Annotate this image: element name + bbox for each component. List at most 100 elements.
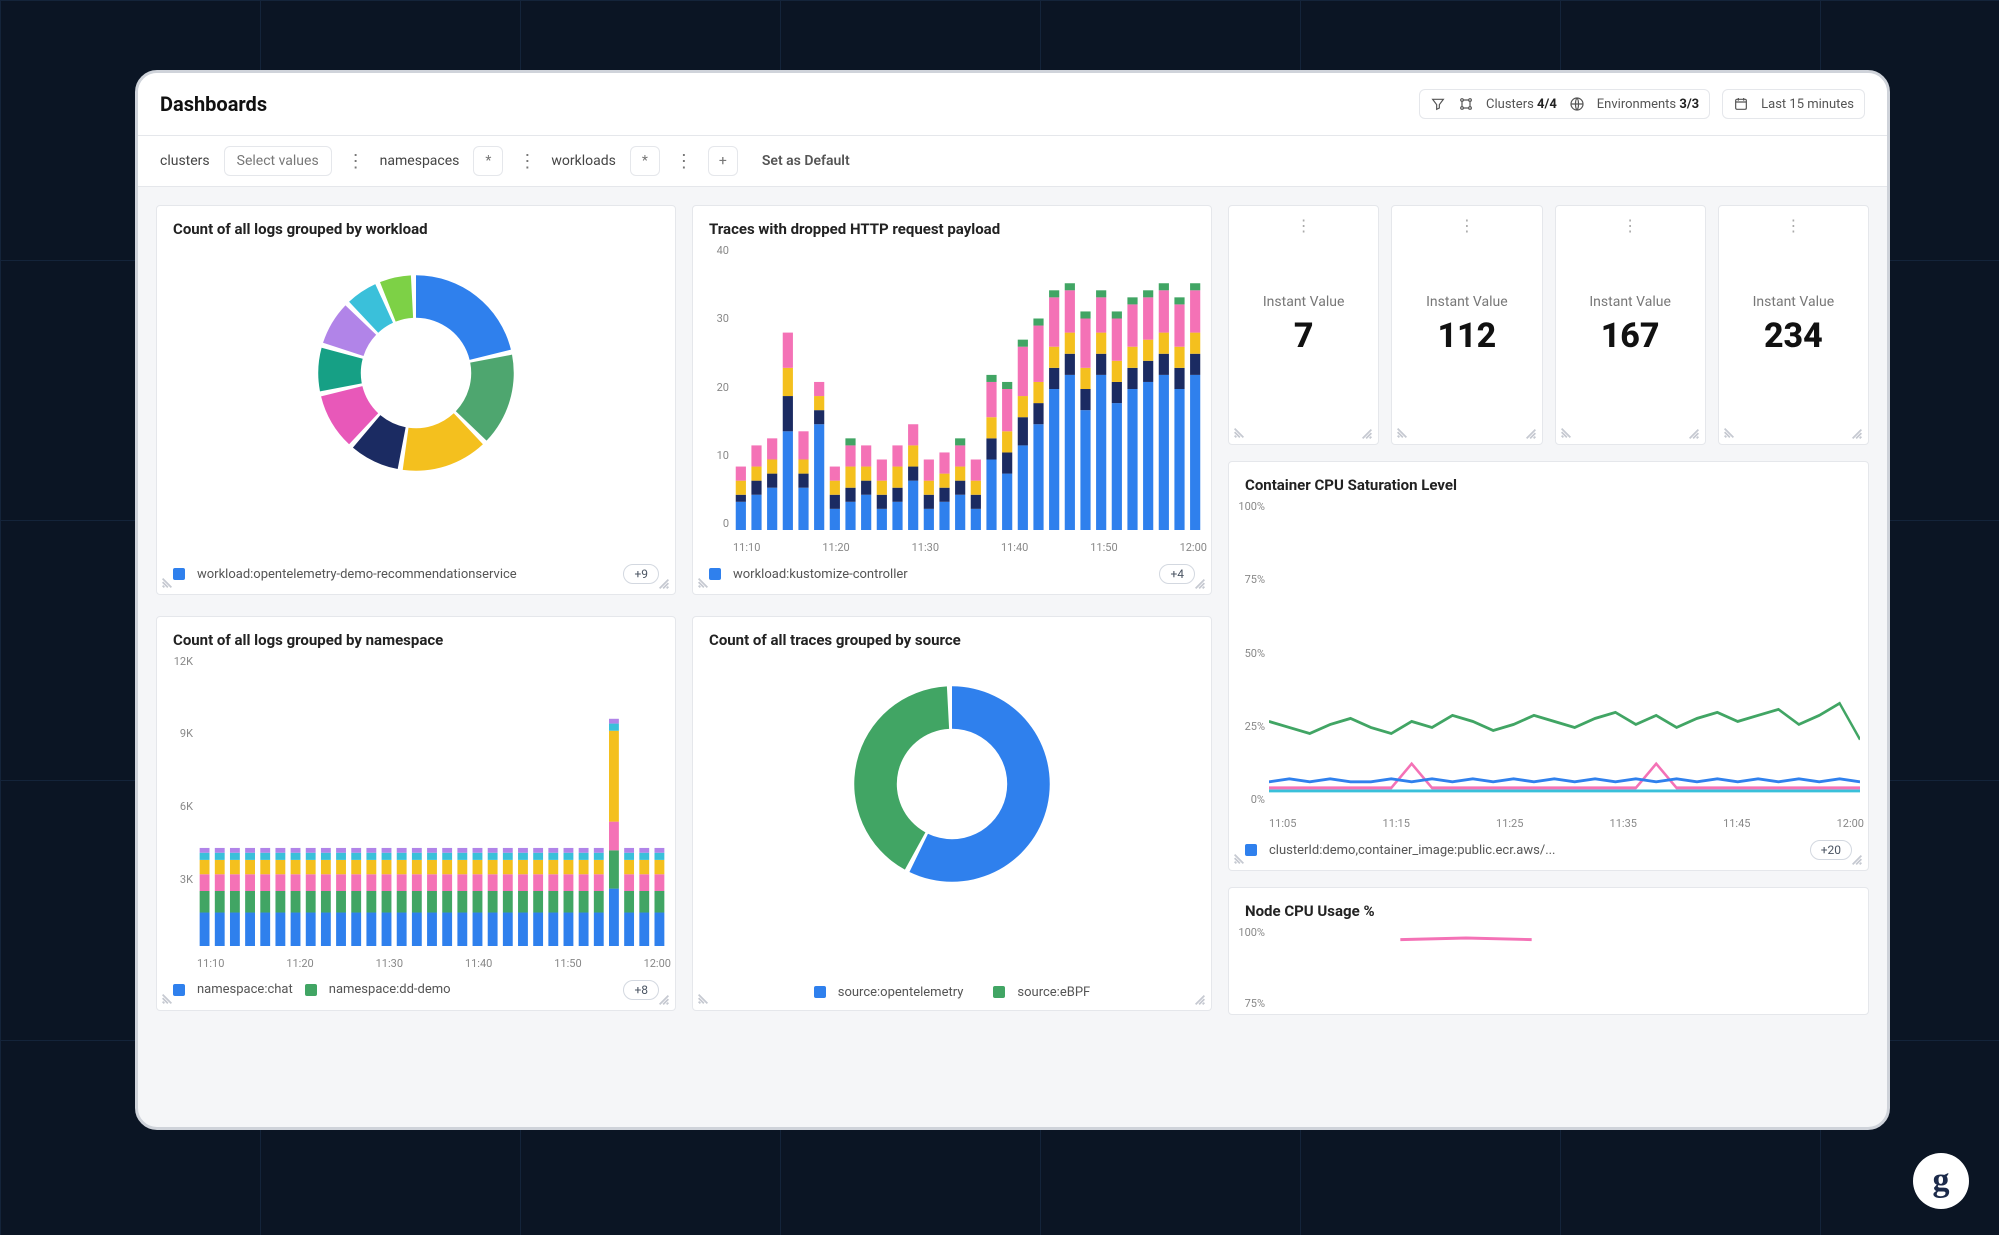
time-range-label: Last 15 minutes (1761, 97, 1854, 112)
panel-body: 100%75%50%25%0% 11:0511:1511:2511:3511:4… (1229, 500, 1868, 834)
resize-handle[interactable] (657, 576, 671, 590)
legend-more-pill[interactable]: +9 (623, 564, 659, 584)
line-chart (1269, 504, 1860, 806)
stacked-bar-chart (733, 248, 1203, 530)
add-filter-button[interactable]: + (708, 146, 738, 176)
tile-menu[interactable]: ⋮ (1622, 216, 1638, 235)
panel-title: Container CPU Saturation Level (1229, 462, 1868, 500)
panel-body (693, 655, 1211, 979)
filter-namespaces-label: namespaces (380, 153, 460, 169)
panel-legend: clusterId:demo,container_image:public.ec… (1229, 834, 1868, 870)
app-window: Dashboards Clusters 4/4 Environments 3/3… (135, 70, 1890, 1130)
resize-handle[interactable] (1850, 426, 1864, 440)
cluster-icon (1458, 96, 1474, 112)
panel-traces-by-source: Count of all traces grouped by source so… (692, 616, 1212, 1011)
panel-cpu-saturation: Container CPU Saturation Level 100%75%50… (1228, 461, 1869, 871)
scope-chip[interactable]: Clusters 4/4 Environments 3/3 (1419, 89, 1710, 119)
line-chart (1269, 930, 1860, 1010)
y-axis: 100%75% (1233, 926, 1265, 1010)
legend-more-pill[interactable]: +4 (1159, 564, 1195, 584)
x-axis: 11:1011:2011:3011:4011:5012:00 (197, 957, 671, 970)
panel-title: Count of all logs grouped by namespace (157, 617, 675, 655)
resize-handle[interactable] (1723, 426, 1737, 440)
resize-handle[interactable] (1524, 426, 1538, 440)
legend-entry: workload:opentelemetry-demo-recommendati… (197, 567, 517, 582)
panel-title: Count of all logs grouped by workload (157, 206, 675, 244)
time-range-picker[interactable]: Last 15 minutes (1722, 89, 1865, 119)
panel-body: 100%75% (1229, 926, 1868, 1014)
panel-legend: workload:kustomize-controller +4 (693, 558, 1211, 594)
panel-legend: workload:opentelemetry-demo-recommendati… (157, 558, 675, 594)
tile-label: Instant Value (1589, 294, 1671, 310)
donut-chart (837, 669, 1067, 899)
stacked-bar-chart (197, 659, 667, 946)
instant-tile: ⋮ Instant Value 112 (1391, 205, 1542, 445)
resize-handle[interactable] (1193, 992, 1207, 1006)
instant-tile: ⋮ Instant Value 234 (1718, 205, 1869, 445)
resize-handle[interactable] (657, 992, 671, 1006)
filter-namespaces-all[interactable]: * (473, 146, 503, 176)
y-axis: 403020100 (697, 244, 729, 530)
tile-value: 167 (1601, 316, 1660, 356)
panel-body: 12K9K6K3K 11:1011:2011:3011:4011:5012:00 (157, 655, 675, 974)
globe-icon (1569, 96, 1585, 112)
filter-namespaces-menu[interactable]: ⋮ (517, 151, 537, 172)
legend-entry: source:opentelemetry (838, 985, 964, 1000)
x-axis: 11:1011:2011:3011:4011:5012:00 (733, 541, 1207, 554)
panel-body (157, 244, 675, 558)
y-axis: 100%75%50%25%0% (1233, 500, 1265, 806)
filter-clusters-select[interactable]: Select values (224, 146, 332, 176)
calendar-icon (1733, 96, 1749, 112)
panel-legend: source:opentelemetry source:eBPF (693, 979, 1211, 1010)
tile-menu[interactable]: ⋮ (1785, 216, 1801, 235)
x-axis: 11:0511:1511:2511:3511:4512:00 (1269, 817, 1864, 830)
tile-label: Instant Value (1426, 294, 1508, 310)
brand-badge: g (1913, 1153, 1969, 1209)
panel-traces-dropped: Traces with dropped HTTP request payload… (692, 205, 1212, 595)
donut-chart (301, 258, 531, 488)
legend-swatch (814, 986, 826, 998)
legend-more-pill[interactable]: +8 (623, 980, 659, 1000)
resize-handle[interactable] (697, 576, 711, 590)
resize-handle[interactable] (1396, 426, 1410, 440)
resize-handle[interactable] (161, 576, 175, 590)
clusters-label: Clusters 4/4 (1486, 97, 1557, 112)
legend-entry: namespace:chat (197, 982, 293, 997)
filter-workloads-menu[interactable]: ⋮ (674, 151, 694, 172)
legend-entry: workload:kustomize-controller (733, 567, 908, 582)
resize-handle[interactable] (697, 992, 711, 1006)
panel-logs-by-namespace: Count of all logs grouped by namespace 1… (156, 616, 676, 1011)
resize-handle[interactable] (161, 992, 175, 1006)
resize-handle[interactable] (1360, 426, 1374, 440)
filter-clusters-menu[interactable]: ⋮ (346, 151, 366, 172)
tile-menu[interactable]: ⋮ (1459, 216, 1475, 235)
panel-title: Traces with dropped HTTP request payload (693, 206, 1211, 244)
panel-legend: namespace:chat namespace:dd-demo +8 (157, 974, 675, 1010)
legend-swatch (993, 986, 1005, 998)
panel-body: 403020100 11:1011:2011:3011:4011:5012:00 (693, 244, 1211, 558)
tile-menu[interactable]: ⋮ (1296, 216, 1312, 235)
resize-handle[interactable] (1687, 426, 1701, 440)
resize-handle[interactable] (1233, 852, 1247, 866)
legend-swatch (305, 984, 317, 996)
set-default-button[interactable]: Set as Default (762, 153, 850, 169)
page-title: Dashboards (160, 92, 267, 116)
instant-value-tiles: ⋮ Instant Value 7 ⋮ Instant Value 112 ⋮ … (1228, 205, 1869, 445)
tile-value: 234 (1764, 316, 1823, 356)
panel-logs-by-workload: Count of all logs grouped by workload wo… (156, 205, 676, 595)
panel-title: Count of all traces grouped by source (693, 617, 1211, 655)
funnel-icon (1430, 96, 1446, 112)
resize-handle[interactable] (1560, 426, 1574, 440)
filter-workloads-all[interactable]: * (630, 146, 660, 176)
dashboard-grid: Count of all logs grouped by workload wo… (138, 187, 1887, 1127)
resize-handle[interactable] (1233, 426, 1247, 440)
filter-toolbar: clusters Select values ⋮ namespaces * ⋮ … (138, 136, 1887, 187)
legend-more-pill[interactable]: +20 (1810, 840, 1852, 860)
filter-clusters-label: clusters (160, 153, 210, 169)
resize-handle[interactable] (1193, 576, 1207, 590)
panel-title: Node CPU Usage % (1229, 888, 1868, 926)
header-controls: Clusters 4/4 Environments 3/3 Last 15 mi… (1419, 89, 1865, 119)
resize-handle[interactable] (1850, 852, 1864, 866)
legend-entry: source:eBPF (1017, 985, 1090, 1000)
titlebar: Dashboards Clusters 4/4 Environments 3/3… (138, 73, 1887, 136)
